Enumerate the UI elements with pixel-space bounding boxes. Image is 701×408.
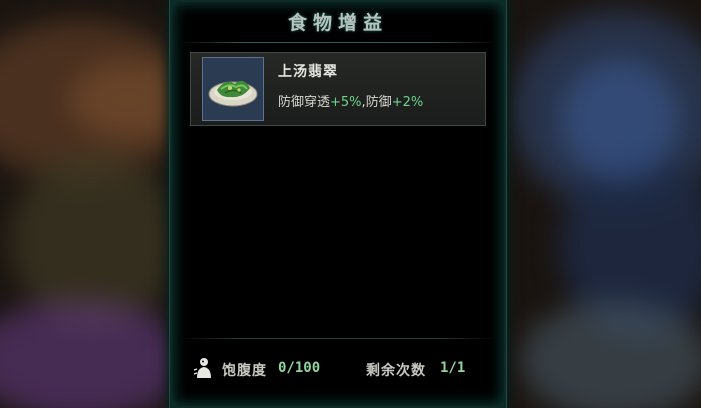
food-buff-entry[interactable]: 上汤翡翠 防御穿透+5%,防御+2% xyxy=(190,52,486,126)
remaining-uses-value: 1/1 xyxy=(440,360,466,376)
remaining-uses-label: 剩余次数 xyxy=(366,363,426,379)
effect-1-value: +5% xyxy=(330,95,362,110)
title-divider xyxy=(180,42,496,43)
effect-2-value: +2% xyxy=(391,95,424,110)
satiety-icon xyxy=(192,356,216,380)
background-blur-region xyxy=(560,60,680,180)
effect-1-label: 防御穿透 xyxy=(278,95,331,110)
background-blur-region xyxy=(520,300,701,408)
effect-2-label: 防御 xyxy=(365,95,392,110)
footer-divider xyxy=(180,338,496,339)
panel-title: 食物增益 xyxy=(287,12,388,34)
food-name: 上汤翡翠 xyxy=(278,64,338,80)
background-blur-region xyxy=(0,300,190,408)
food-dish-icon xyxy=(202,57,264,121)
food-effect-text: 防御穿透+5%,防御+2% xyxy=(278,91,423,110)
satiety-value: 0/100 xyxy=(278,360,321,376)
satiety-label: 饱腹度 xyxy=(222,363,267,379)
food-buff-panel: 食物增益 上汤翡翠 防御穿透+5%,防御+2% 饱腹度 0/100 剩余次数 1… xyxy=(169,0,507,408)
